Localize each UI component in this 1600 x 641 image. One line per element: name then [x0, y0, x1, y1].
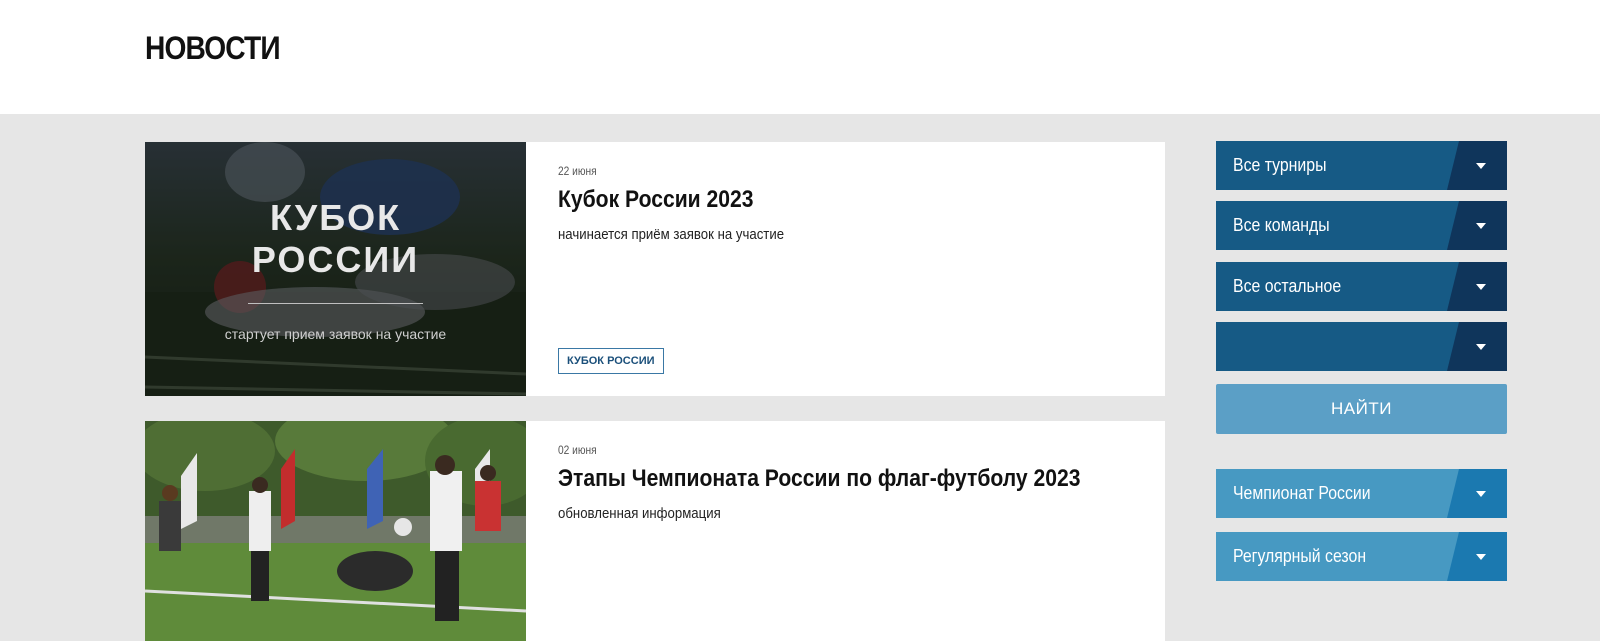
category-label: Регулярный сезон — [1233, 546, 1367, 566]
chevron-down-icon — [1476, 163, 1486, 169]
filter-teams[interactable]: Все команды — [1216, 201, 1507, 250]
category-championship[interactable]: Чемпионат России — [1216, 469, 1507, 518]
news-body: 22 июня Кубок России 2023 начинается при… — [558, 142, 1165, 396]
filter-label: Все остальное — [1233, 276, 1342, 296]
news-date: 22 июня — [558, 164, 597, 178]
chevron-down-icon — [1476, 554, 1486, 560]
news-tag[interactable]: КУБОК РОССИИ — [558, 348, 664, 374]
find-button[interactable]: НАЙТИ — [1216, 384, 1507, 434]
category-regular-season[interactable]: Регулярный сезон — [1216, 532, 1507, 581]
filter-tournaments[interactable]: Все турниры — [1216, 141, 1507, 190]
news-title[interactable]: Этапы Чемпионата России по флаг-футболу … — [558, 465, 1081, 493]
news-date: 02 июня — [558, 443, 597, 457]
image-caption: стартует прием заявок на участие — [224, 326, 447, 342]
news-body: 02 июня Этапы Чемпионата России по флаг-… — [558, 421, 1165, 641]
chevron-down-icon — [1476, 491, 1486, 497]
filter-extra[interactable] — [1216, 322, 1507, 371]
news-subtitle: обновленная информация — [558, 505, 721, 522]
news-card[interactable]: 02 июня Этапы Чемпионата России по флаг-… — [145, 421, 1165, 641]
category-label: Чемпионат России — [1233, 483, 1371, 503]
chevron-down-icon — [1476, 284, 1486, 290]
chevron-down-icon — [1476, 344, 1486, 350]
filter-label: Все турниры — [1233, 155, 1327, 175]
news-image[interactable]: КУБОК РОССИИ стартует прием заявок на уч… — [145, 142, 526, 396]
news-card[interactable]: КУБОК РОССИИ стартует прием заявок на уч… — [145, 142, 1165, 396]
image-headline-2: РОССИИ — [251, 239, 420, 280]
chevron-down-icon — [1476, 223, 1486, 229]
news-image[interactable] — [145, 421, 526, 641]
page-header: НОВОСТИ — [0, 0, 1600, 114]
image-headline-1: КУБОК — [269, 197, 402, 238]
image-overlay: КУБОК РОССИИ стартует прием заявок на уч… — [145, 142, 526, 396]
image-divider — [248, 303, 423, 304]
news-subtitle: начинается приём заявок на участие — [558, 226, 785, 243]
filter-label: Все команды — [1233, 215, 1330, 235]
news-title[interactable]: Кубок России 2023 — [558, 186, 754, 214]
page-title: НОВОСТИ — [145, 30, 281, 66]
filter-other[interactable]: Все остальное — [1216, 262, 1507, 311]
